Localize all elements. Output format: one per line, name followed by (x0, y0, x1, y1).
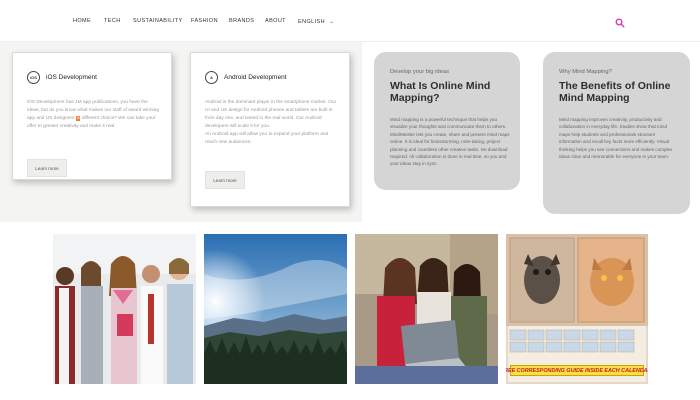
nav-brands[interactable]: BRANDS (229, 18, 254, 24)
card-title: What Is Online Mind Mapping? (390, 80, 491, 104)
nav-home[interactable]: HOME (73, 18, 91, 24)
card-description: Mind mapping improves creativity, produc… (559, 117, 673, 160)
students-photo[interactable] (53, 234, 196, 384)
card-title: Android Development (224, 74, 287, 81)
ios-logo-icon: iOS (27, 71, 40, 84)
top-navigation: HOME TECH SUSTAINABILITY FASHION BRANDS … (0, 0, 700, 42)
android-development-card: A Android Development Android is the dom… (190, 52, 350, 207)
card-description-part: Android is the dominant player in the sm… (205, 100, 337, 129)
nav-sustainability[interactable]: SUSTAINABILITY (133, 18, 183, 24)
card-description-part: An Android app will allow you to expand … (205, 132, 329, 145)
nav-language[interactable]: ENGLISH ⌄ (298, 18, 334, 25)
android-logo-icon: A (205, 71, 218, 84)
card-header: A Android Development (205, 71, 287, 84)
mountain-landscape-photo[interactable] (204, 234, 347, 384)
girls-laptop-photo[interactable] (355, 234, 498, 384)
learn-more-button[interactable]: Learn more (27, 159, 67, 177)
card-kicker: Develop your big ideas (390, 69, 449, 75)
calendar-promo-banner: FREE CORRESPONDING GUIDE INSIDE EACH CAL… (506, 365, 648, 376)
nav-tech[interactable]: TECH (104, 18, 121, 24)
language-label: ENGLISH (298, 19, 325, 25)
card-description: iOS Development has 1M app publications,… (27, 99, 161, 131)
chevron-down-icon: ⌄ (328, 19, 335, 25)
mind-mapping-benefits-card: Why Mind Mapping? The Benefits of Online… (543, 52, 690, 214)
card-header: iOS iOS Development (27, 71, 97, 84)
learn-more-button[interactable]: Learn more (205, 171, 245, 189)
calendar-photo[interactable]: FREE CORRESPONDING GUIDE INSIDE EACH CAL… (506, 234, 648, 384)
search-icon[interactable] (615, 15, 625, 28)
card-description: Android is the dominant player in the sm… (205, 99, 339, 147)
mind-mapping-info-card: Develop your big ideas What Is Online Mi… (374, 52, 520, 190)
nav-about[interactable]: ABOUT (265, 18, 286, 24)
card-title: The Benefits of Online Mind Mapping (559, 80, 671, 104)
card-description: Mind mapping is a powerful technique tha… (390, 117, 510, 167)
card-kicker: Why Mind Mapping? (559, 69, 612, 75)
nav-fashion[interactable]: FASHION (191, 18, 218, 24)
card-title: iOS Development (46, 74, 97, 81)
ios-development-card: iOS iOS Development iOS Development has … (12, 52, 172, 180)
